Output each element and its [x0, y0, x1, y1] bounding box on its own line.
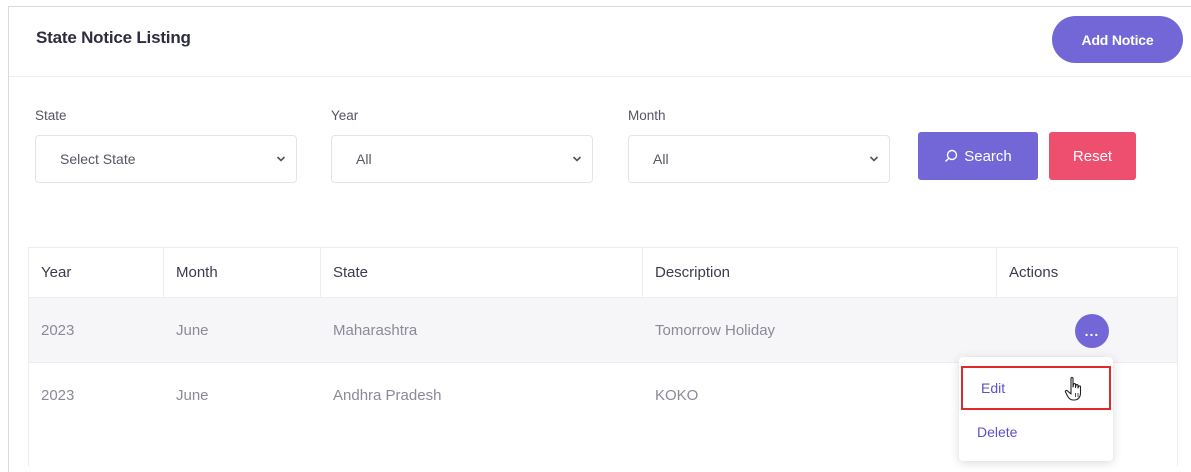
column-header-year: Year — [29, 248, 164, 297]
year-filter-label: Year — [331, 108, 359, 123]
cell-state: Andhra Pradesh — [333, 387, 442, 404]
state-select-value: Select State — [60, 151, 136, 167]
month-select-value: All — [653, 151, 669, 167]
state-filter-label: State — [35, 108, 67, 123]
month-select[interactable]: All — [628, 135, 890, 183]
state-select[interactable]: Select State — [35, 135, 297, 183]
hand-cursor-icon — [1064, 376, 1082, 401]
column-header-description: Description — [643, 248, 997, 297]
year-select-value: All — [356, 151, 372, 167]
chevron-down-icon — [869, 156, 879, 162]
reset-button[interactable]: Reset — [1049, 132, 1136, 180]
column-header-month: Month — [164, 248, 321, 297]
add-notice-button[interactable]: Add Notice — [1052, 16, 1183, 63]
page-title: State Notice Listing — [36, 28, 191, 47]
search-icon — [945, 149, 958, 162]
cell-month: June — [176, 387, 209, 404]
actions-dropdown-menu: Edit Delete — [959, 357, 1113, 461]
month-filter-label: Month — [628, 108, 666, 123]
cell-month: June — [176, 321, 209, 339]
card-header: State Notice Listing Add Notice — [9, 7, 1191, 77]
row-actions-button[interactable]: ... — [1075, 314, 1109, 348]
edit-menu-item[interactable]: Edit — [961, 366, 1111, 410]
chevron-down-icon — [276, 156, 286, 162]
cell-year: 2023 — [41, 321, 75, 339]
cell-description: Tomorrow Holiday — [655, 321, 776, 339]
column-header-actions: Actions — [1009, 264, 1059, 281]
cell-year: 2023 — [41, 387, 75, 404]
column-header-state: State — [321, 248, 643, 297]
delete-menu-item[interactable]: Delete — [959, 412, 1113, 452]
cell-state: Maharashtra — [333, 321, 418, 339]
table-header-row: Year Month State Description Actions — [29, 248, 1177, 298]
year-select[interactable]: All — [331, 135, 593, 183]
search-button-label: Search — [964, 147, 1012, 165]
cell-description: KOKO — [655, 387, 699, 404]
search-button[interactable]: Search — [918, 132, 1038, 180]
chevron-down-icon — [572, 156, 582, 162]
table-row: 2023 June Maharashtra Tomorrow Holiday — [29, 298, 1177, 363]
